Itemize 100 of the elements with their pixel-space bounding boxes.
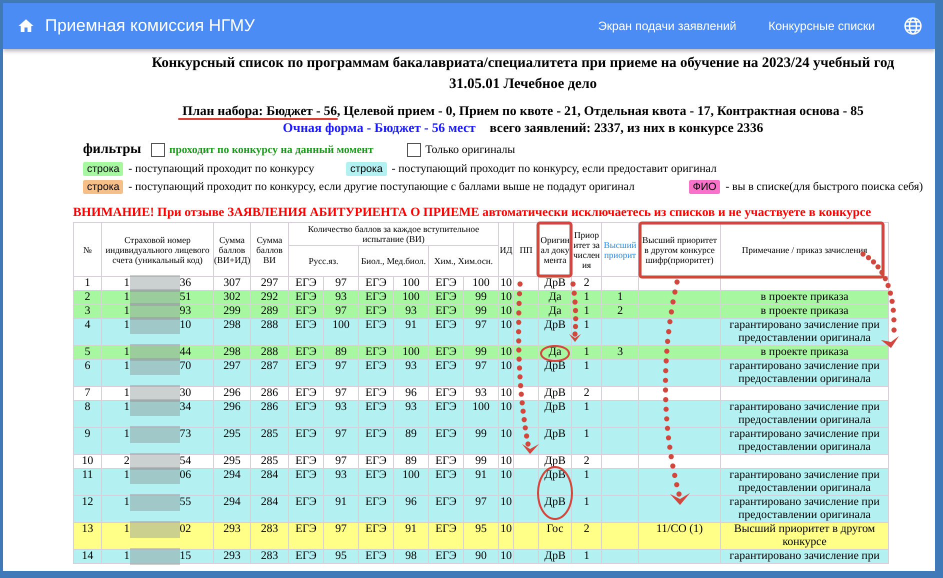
table-cell: 283 xyxy=(250,550,288,564)
blurred-block xyxy=(130,358,180,375)
table-cell: 1 xyxy=(572,550,602,564)
nav-link[interactable]: Экран подачи заявлений xyxy=(598,19,736,33)
table-cell: 1 xyxy=(124,291,130,304)
table-cell: 1 xyxy=(124,523,130,536)
table-cell: 95 xyxy=(324,550,358,564)
table-cell: ЕГЭ xyxy=(428,550,464,564)
list-title: Конкурсный список по программам бакалавриата/специалитета при приеме на обучение на 2023/24 учебный год xyxy=(150,54,896,73)
app-title[interactable]: Приемная комиссия НГМУ xyxy=(45,16,255,36)
column-header: № xyxy=(74,222,102,276)
blurred-block xyxy=(130,385,180,402)
globe-icon[interactable] xyxy=(903,16,923,36)
table-cell: Гос xyxy=(546,523,564,535)
blurred-block xyxy=(130,467,180,484)
table-cell: ЕГЭ xyxy=(358,550,394,564)
table-cell: 34 xyxy=(180,401,192,414)
column-header: Количество баллов за каждое вступительное испытание (ВИ) xyxy=(288,222,499,246)
blurred-block xyxy=(130,344,180,361)
table-cell: 1 xyxy=(124,319,130,332)
blurred-block xyxy=(130,289,180,306)
table-cell: 1 xyxy=(124,496,130,509)
blurred-block xyxy=(130,303,180,320)
column-header: Хим., Хим.осн. xyxy=(428,246,499,276)
table-cell: ДрВ xyxy=(544,360,566,372)
legend-text: - поступающий проходит по конкурсу, если предоставит оригинал xyxy=(392,163,717,175)
filter-label: проходит по конкурсу на данный момент xyxy=(169,144,374,156)
table-cell: 15 xyxy=(180,550,192,563)
column-header: ИД xyxy=(498,222,514,276)
table-cell: 1 xyxy=(124,305,130,318)
table-cell: 293 xyxy=(214,550,250,564)
table-cell: 54 xyxy=(180,455,192,468)
table-cell: 98 xyxy=(394,550,428,564)
column-header: Приоритет зачисления xyxy=(572,222,602,276)
table-cell: 1 xyxy=(124,550,130,563)
table-cell: Да xyxy=(548,305,562,317)
column-header: Высший приоритет в другом конкурсе шифр(приоритет) xyxy=(638,222,721,276)
program-name: 31.05.01 Лечебное дело xyxy=(448,75,598,94)
legend-text: - поступающий проходит по конкурсу xyxy=(128,163,314,175)
table-cell: 06 xyxy=(180,469,192,482)
study-form: Очная форма - Бюджет - 56 мест xyxy=(282,120,476,135)
table-cell: 93 xyxy=(180,305,192,318)
blurred-block xyxy=(130,494,180,511)
home-icon[interactable] xyxy=(17,17,35,35)
blurred-block xyxy=(130,399,180,416)
enrollment-plan: План набора: Бюджет - 56, Целевой прием - 0, Прием по квоте - 21, Отдельная квота - 17, Контрактная основа - 85 xyxy=(182,103,864,119)
table-cell: 2 xyxy=(124,455,130,468)
table-cell: 44 xyxy=(180,346,192,359)
filters-label: фильтры xyxy=(83,142,142,158)
table-cell: ДрВ xyxy=(544,428,566,440)
table-cell: 30 xyxy=(180,387,192,400)
legend-swatch: строка xyxy=(83,162,124,176)
table-cell: 10 xyxy=(498,550,514,564)
legend-swatch: строка xyxy=(346,162,387,176)
table-cell: ДрВ xyxy=(544,387,566,399)
table-cell: ДрВ xyxy=(544,496,566,508)
table-cell: 1 xyxy=(124,401,130,414)
warning-text: ВНИМАНИЕ! При отзыве ЗАЯВЛЕНИЯ АБИТУРИЕНТА О ПРИЕМЕ автоматически исключаетесь из списков и не участвуете в конкурсе xyxy=(73,205,872,220)
application-totals: всего заявлений: 2337, из них в конкурсе 2336 xyxy=(490,120,764,135)
blurred-block xyxy=(130,426,180,443)
filter-checkbox[interactable] xyxy=(151,143,166,157)
table-cell: 73 xyxy=(180,428,192,441)
table-cell: ДрВ xyxy=(544,550,566,562)
nav-link[interactable]: Конкурсные списки xyxy=(768,19,875,33)
column-header: Примечание / приказ зачисления xyxy=(720,222,889,276)
table-cell: 70 xyxy=(180,360,192,373)
blurred-block xyxy=(130,548,180,565)
table-cell: 1 xyxy=(124,428,130,441)
column-header: Русс.яз. xyxy=(288,246,358,276)
legend-swatch: строка xyxy=(83,180,124,194)
table-cell xyxy=(602,550,639,564)
legend-text: - поступающий проходит по конкурсу, если другие поступающие с баллами выше не подадут оригинал xyxy=(128,181,635,193)
table-cell: гарантировано зачисление при xyxy=(720,550,889,564)
blurred-block xyxy=(130,275,180,292)
blurred-block xyxy=(130,453,180,470)
table-cell: 1 xyxy=(124,360,130,373)
blurred-block xyxy=(130,521,180,538)
legend-swatch: ФИО xyxy=(688,180,720,194)
table-cell: 55 xyxy=(180,496,192,509)
table-cell: 51 xyxy=(180,291,192,304)
blurred-block xyxy=(130,317,180,334)
column-header: Сумма баллов (ВИ+ИД) xyxy=(214,222,250,276)
table-cell: 1 xyxy=(124,277,130,290)
table-cell: Да xyxy=(548,291,562,303)
table-cell: 90 xyxy=(464,550,499,564)
table-cell: ЕГЭ xyxy=(288,550,324,564)
table-cell: ДрВ xyxy=(544,277,566,289)
column-header[interactable]: Высший приорит xyxy=(602,222,639,276)
table-cell: 36 xyxy=(180,277,192,290)
legend-text: - вы в списке(для быстрого поиска себя) xyxy=(725,181,923,193)
filter-label: Только оригиналы xyxy=(425,144,516,156)
table-cell: 1 xyxy=(124,387,130,400)
table-cell: 10 xyxy=(180,319,192,332)
column-header: Страховой номер индивидуального лицевого счета (уникальный код) xyxy=(102,222,214,276)
column-header: Сумма баллов ВИ xyxy=(250,222,288,276)
filter-checkbox[interactable] xyxy=(407,143,422,157)
table-cell: Да xyxy=(548,346,562,358)
table-cell: 1 xyxy=(124,346,130,359)
table-cell: ДрВ xyxy=(544,401,566,413)
table-cell: ДрВ xyxy=(544,469,566,481)
